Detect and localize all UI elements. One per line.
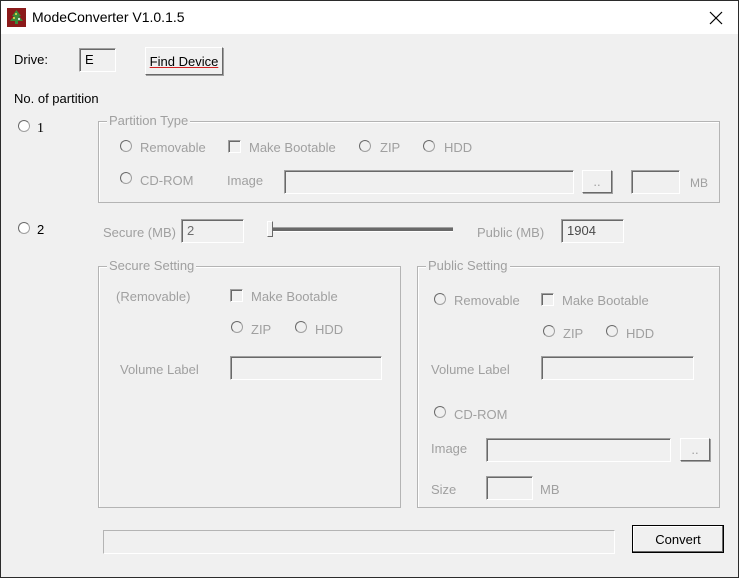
public-image-field[interactable] — [486, 438, 671, 462]
pt-image-label: Image — [227, 173, 264, 188]
public-volume-field[interactable] — [541, 356, 694, 380]
secure-hdd-radio[interactable] — [295, 321, 307, 333]
secure-zip-label: ZIP — [251, 322, 272, 337]
find-device-button[interactable]: Find Device — [145, 47, 223, 75]
progress-bar — [103, 530, 615, 554]
public-volume-label: Volume Label — [431, 362, 510, 377]
secure-volume-label: Volume Label — [120, 362, 199, 377]
partition-count-2-label: 2 — [37, 222, 45, 237]
partition-type-title: Partition Type — [107, 113, 191, 128]
partition-slider-thumb[interactable] — [267, 221, 273, 237]
pt-cdrom-label: CD-ROM — [140, 173, 194, 188]
drive-field[interactable]: E — [79, 48, 116, 72]
public-make-bootable-checkbox[interactable] — [541, 293, 554, 306]
public-browse-button[interactable]: .. — [680, 438, 710, 461]
secure-hdd-label: HDD — [315, 322, 344, 337]
public-hdd-radio[interactable] — [606, 325, 618, 337]
public-removable-radio[interactable] — [434, 293, 446, 305]
public-size-unit: MB — [540, 482, 560, 497]
public-cdrom-radio[interactable] — [434, 406, 446, 418]
secure-mb-field[interactable]: 2 — [181, 219, 244, 243]
public-mb-value: 1904 — [567, 223, 596, 238]
partition-count-1-radio[interactable] — [18, 120, 30, 132]
partition-count-label: No. of partition — [14, 91, 99, 106]
partition-slider-track[interactable] — [273, 227, 453, 232]
pt-image-field[interactable] — [284, 170, 574, 194]
public-browse-label: .. — [691, 442, 699, 457]
public-zip-label: ZIP — [563, 326, 584, 341]
public-removable-label: Removable — [454, 293, 520, 308]
partition-count-2-radio[interactable] — [18, 222, 30, 234]
pt-hdd-radio[interactable] — [423, 140, 435, 152]
pt-hdd-label: HDD — [444, 140, 473, 155]
pt-cdrom-radio[interactable] — [120, 172, 132, 184]
secure-mb-value: 2 — [187, 223, 195, 238]
public-setting-title: Public Setting — [426, 258, 510, 273]
public-make-bootable-label: Make Bootable — [562, 293, 649, 308]
mode-converter-window: ModeConverter V1.0.1.5 Drive: E Find Dev… — [0, 0, 739, 578]
secure-make-bootable-checkbox[interactable] — [230, 289, 243, 302]
secure-zip-radio[interactable] — [231, 321, 243, 333]
drive-label: Drive: — [14, 52, 48, 67]
convert-label: Convert — [655, 531, 701, 547]
secure-volume-field[interactable] — [230, 356, 382, 380]
public-size-field[interactable] — [486, 476, 533, 500]
pt-removable-radio[interactable] — [120, 140, 132, 152]
pt-zip-label: ZIP — [380, 140, 401, 155]
partition-count-1-label: 1 — [37, 121, 44, 136]
public-mb-field[interactable]: 1904 — [561, 219, 624, 243]
public-mb-label: Public (MB) — [477, 225, 545, 240]
pt-browse-label: .. — [593, 174, 601, 189]
pt-size-field[interactable] — [631, 170, 680, 194]
title-bar: ModeConverter V1.0.1.5 — [1, 1, 738, 34]
secure-mb-label: Secure (MB) — [103, 225, 176, 240]
pt-zip-radio[interactable] — [359, 140, 371, 152]
pt-removable-label: Removable — [140, 140, 206, 155]
convert-button[interactable]: Convert — [632, 525, 724, 553]
public-size-label: Size — [431, 482, 457, 497]
public-image-label: Image — [431, 441, 468, 456]
window-title: ModeConverter V1.0.1.5 — [32, 9, 185, 25]
close-icon — [709, 11, 723, 25]
public-hdd-label: HDD — [626, 326, 655, 341]
pt-make-bootable-label: Make Bootable — [249, 140, 336, 155]
pt-size-unit: MB — [690, 176, 708, 190]
public-zip-radio[interactable] — [543, 325, 555, 337]
secure-make-bootable-label: Make Bootable — [251, 289, 338, 304]
secure-setting-title: Secure Setting — [107, 258, 197, 273]
pt-browse-button[interactable]: .. — [582, 170, 612, 193]
close-button[interactable] — [701, 6, 731, 30]
public-cdrom-label: CD-ROM — [454, 407, 508, 422]
drive-value: E — [85, 52, 94, 67]
pt-make-bootable-checkbox[interactable] — [228, 140, 241, 153]
find-device-label: Find Device — [149, 53, 219, 69]
secure-type-label: (Removable) — [116, 289, 191, 304]
app-tree-icon — [7, 8, 26, 27]
